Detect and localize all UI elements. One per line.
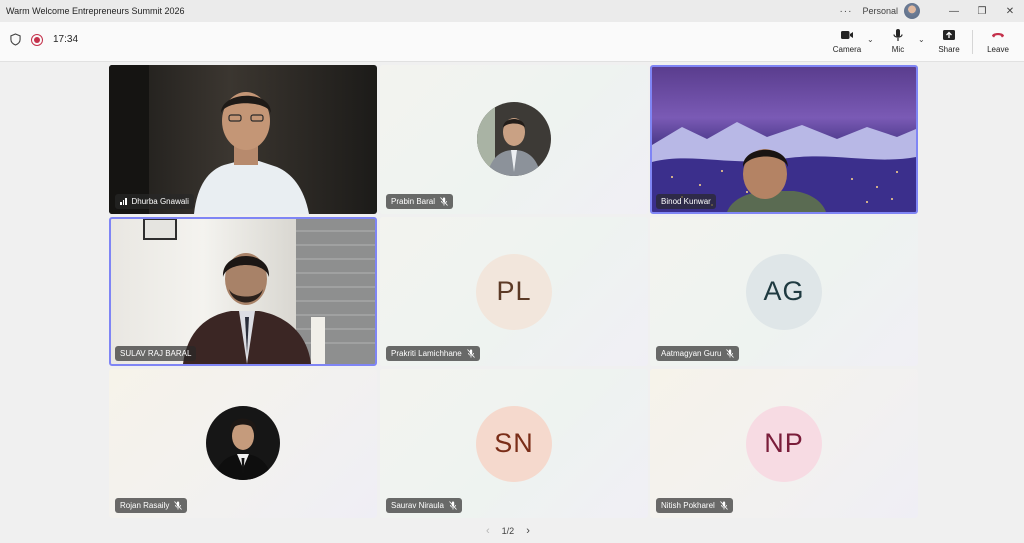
participant-name: Rojan Rasaily bbox=[120, 501, 170, 510]
participant-name: Binod Kunwar bbox=[661, 197, 711, 206]
recording-icon bbox=[31, 33, 43, 46]
participant-name: Prabin Baral bbox=[391, 197, 436, 206]
participant-name-tag: Nitish Pokharel bbox=[656, 498, 733, 513]
participant-name-tag: Aatmagyan Guru bbox=[656, 346, 740, 361]
participant-name-tag: Prakriti Lamichhane bbox=[386, 346, 480, 361]
profile-photo-avatar bbox=[477, 101, 551, 176]
previous-page-chevron-icon[interactable]: ‹ bbox=[486, 525, 490, 537]
leave-button[interactable]: Leave bbox=[981, 28, 1015, 58]
meeting-timer: 17:34 bbox=[53, 34, 79, 45]
profile-label[interactable]: Personal bbox=[862, 6, 898, 16]
participant-tile[interactable]: SN Saurav Niraula bbox=[380, 369, 648, 518]
initials-avatar: AG bbox=[746, 253, 822, 330]
participant-name: Saurav Niraula bbox=[391, 501, 444, 510]
participant-name-tag: Rojan Rasaily bbox=[115, 498, 188, 513]
window-title: Warm Welcome Entrepreneurs Summit 2026 bbox=[6, 6, 185, 16]
mic-off-icon bbox=[466, 349, 475, 358]
participant-tile[interactable]: AG Aatmagyan Guru bbox=[650, 217, 918, 366]
more-options-icon[interactable]: ··· bbox=[839, 6, 852, 17]
share-button[interactable]: Share bbox=[932, 28, 966, 58]
share-label: Share bbox=[938, 45, 960, 54]
profile-photo-avatar bbox=[206, 405, 280, 480]
profile-avatar[interactable] bbox=[904, 3, 920, 19]
mic-off-icon bbox=[726, 349, 735, 358]
hang-up-icon bbox=[992, 33, 1004, 38]
video-tile[interactable]: Binod Kunwar bbox=[650, 65, 918, 214]
mic-label: Mic bbox=[891, 45, 905, 54]
mic-off-icon bbox=[174, 501, 183, 510]
participant-name-tag: Dhurba Gnawali bbox=[115, 194, 194, 209]
page-indicator: 1/2 bbox=[501, 526, 515, 536]
video-feed bbox=[143, 219, 375, 364]
video-feed bbox=[109, 65, 309, 214]
mic-off-icon bbox=[720, 501, 728, 510]
meeting-toolbar: 17:34 Camera ⌄ Mic ⌄ Share Leave bbox=[0, 22, 1024, 62]
leave-label: Leave bbox=[987, 45, 1009, 54]
participant-tile[interactable]: PL Prakriti Lamichhane bbox=[380, 217, 648, 366]
participant-name-tag: Binod Kunwar bbox=[656, 194, 716, 209]
mic-button[interactable]: Mic bbox=[881, 28, 915, 58]
toolbar-divider bbox=[972, 30, 973, 54]
camera-options-chevron-icon[interactable]: ⌄ bbox=[867, 35, 874, 44]
participant-tile[interactable]: NP Nitish Pokharel bbox=[650, 369, 918, 518]
participant-tile[interactable]: Rojan Rasaily bbox=[109, 369, 377, 518]
minimize-icon[interactable]: — bbox=[940, 0, 968, 22]
camera-button[interactable]: Camera bbox=[830, 28, 864, 58]
signal-strength-icon bbox=[120, 198, 127, 205]
initials-avatar: PL bbox=[476, 253, 552, 330]
initials-avatar: NP bbox=[746, 405, 822, 482]
participant-name: Dhurba Gnawali bbox=[131, 197, 189, 206]
close-icon[interactable]: ✕ bbox=[996, 0, 1024, 22]
share-icon bbox=[943, 30, 955, 40]
video-feed bbox=[652, 122, 916, 212]
participant-name-tag: SULAV RAJ BARAL bbox=[115, 346, 197, 361]
shield-icon[interactable] bbox=[10, 33, 21, 46]
participant-name: Nitish Pokharel bbox=[661, 501, 715, 510]
participant-name-tag: Prabin Baral bbox=[386, 194, 454, 209]
next-page-chevron-icon[interactable]: › bbox=[526, 525, 530, 537]
video-tile[interactable]: SULAV RAJ BARAL bbox=[109, 217, 377, 366]
mic-options-chevron-icon[interactable]: ⌄ bbox=[918, 35, 925, 44]
mic-off-icon bbox=[449, 501, 457, 510]
participant-name: Prakriti Lamichhane bbox=[391, 349, 462, 358]
video-tile[interactable]: Dhurba Gnawali bbox=[109, 65, 377, 214]
initials-avatar: SN bbox=[476, 405, 552, 482]
camera-icon bbox=[841, 31, 853, 39]
mic-icon bbox=[893, 29, 903, 41]
participant-name: Aatmagyan Guru bbox=[661, 349, 722, 358]
participant-tile[interactable]: Prabin Baral bbox=[380, 65, 648, 214]
mic-off-icon bbox=[440, 197, 448, 206]
camera-label: Camera bbox=[832, 45, 862, 54]
participant-name: SULAV RAJ BARAL bbox=[120, 349, 192, 358]
participant-name-tag: Saurav Niraula bbox=[386, 498, 462, 513]
pagination: ‹ 1/2 › bbox=[486, 525, 530, 537]
restore-icon[interactable]: ❐ bbox=[968, 0, 996, 22]
title-bar: Warm Welcome Entrepreneurs Summit 2026 ·… bbox=[0, 0, 1024, 22]
